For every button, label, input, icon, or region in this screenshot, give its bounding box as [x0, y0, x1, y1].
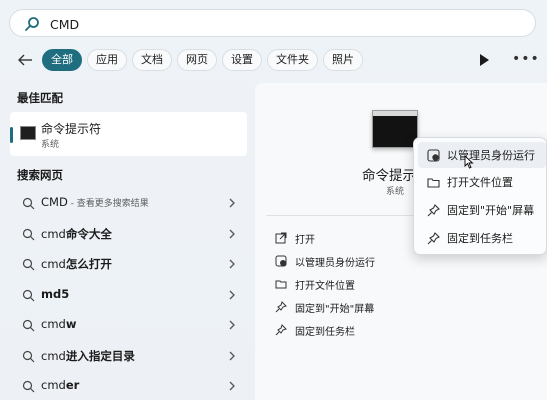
- web-result-item[interactable]: cmd怎么打开: [10, 251, 247, 277]
- menu-item-open-file-location[interactable]: 打开文件位置: [418, 169, 546, 195]
- tab-photos[interactable]: 照片: [323, 49, 363, 71]
- cmd-app-icon: [20, 126, 36, 140]
- mouse-cursor-icon: [464, 155, 474, 169]
- chevron-right-icon: [229, 229, 235, 239]
- details-subtitle: 系统: [386, 187, 405, 197]
- search-icon: [22, 197, 35, 210]
- web-result-item[interactable]: cmd命令大全: [10, 221, 247, 247]
- chevron-right-icon: [229, 290, 235, 300]
- web-result-text: er: [65, 378, 80, 392]
- folder-icon: [427, 178, 440, 188]
- tab-all[interactable]: 全部: [42, 49, 82, 71]
- chevron-right-icon: [229, 320, 235, 330]
- search-icon: [22, 350, 35, 363]
- search-input[interactable]: [50, 14, 510, 34]
- menu-item-run-as-admin[interactable]: 以管理员身份运行: [418, 142, 546, 168]
- menu-item-pin-to-start[interactable]: 固定到"开始"屏幕: [418, 197, 546, 223]
- web-result-item[interactable]: cmder: [10, 373, 247, 399]
- play-icon[interactable]: [478, 53, 490, 67]
- tab-web[interactable]: 网页: [177, 49, 217, 71]
- search-icon: [25, 17, 39, 31]
- tab-folders[interactable]: 文件夹: [267, 49, 318, 71]
- chevron-right-icon: [229, 198, 235, 208]
- web-result-text: md5: [41, 287, 70, 301]
- pin-icon: [427, 232, 440, 245]
- tab-settings[interactable]: 设置: [222, 49, 262, 71]
- web-result-item[interactable]: CMD - 查看更多搜索结果: [10, 190, 247, 216]
- web-result-text: 进入指定目录: [65, 349, 135, 363]
- web-result-item[interactable]: cmdw: [10, 312, 247, 338]
- search-icon: [22, 289, 35, 302]
- search-icon: [22, 380, 35, 393]
- shield-icon: [427, 149, 440, 162]
- open-icon: [275, 232, 287, 244]
- web-search-heading: 搜索网页: [17, 168, 63, 182]
- action-pin-to-taskbar[interactable]: 固定到任务栏: [275, 322, 475, 340]
- cmd-app-icon: [372, 110, 418, 148]
- pin-icon: [275, 324, 287, 336]
- best-match-title: 命令提示符: [41, 122, 102, 136]
- best-match-item[interactable]: 命令提示符 系统: [10, 112, 247, 156]
- selection-indicator: [10, 127, 13, 143]
- search-icon: [22, 258, 35, 271]
- action-open-file-location[interactable]: 打开文件位置: [275, 276, 475, 294]
- context-menu: 以管理员身份运行 打开文件位置 固定到"开始"屏幕 固定到任务栏: [413, 137, 547, 255]
- shield-icon: [275, 255, 287, 267]
- more-options-icon[interactable]: •••: [512, 51, 539, 67]
- web-result-item[interactable]: cmd进入指定目录: [10, 343, 247, 369]
- web-result-text: CMD: [41, 195, 68, 209]
- best-match-subtitle: 系统: [41, 140, 60, 150]
- search-icon: [22, 228, 35, 241]
- pin-icon: [427, 204, 440, 217]
- chevron-right-icon: [229, 259, 235, 269]
- pin-icon: [275, 301, 287, 313]
- search-box[interactable]: [9, 9, 536, 37]
- filter-tabs: 全部 应用 文档 网页 设置 文件夹 照片: [42, 49, 363, 71]
- web-result-hint: - 查看更多搜索结果: [67, 199, 149, 209]
- tab-documents[interactable]: 文档: [132, 49, 172, 71]
- web-result-text: w: [65, 317, 77, 331]
- best-match-heading: 最佳匹配: [17, 91, 63, 105]
- action-run-as-admin[interactable]: 以管理员身份运行: [275, 253, 475, 271]
- search-window: 全部 应用 文档 网页 设置 文件夹 照片 ••• 最佳匹配 命令提示符 系统 …: [0, 0, 547, 400]
- folder-icon: [275, 280, 287, 289]
- action-pin-to-start[interactable]: 固定到"开始"屏幕: [275, 299, 475, 317]
- web-result-text: 怎么打开: [65, 257, 112, 271]
- tab-apps[interactable]: 应用: [87, 49, 127, 71]
- web-result-text: 命令大全: [65, 227, 112, 241]
- back-arrow-icon[interactable]: [16, 51, 34, 69]
- chevron-right-icon: [229, 351, 235, 361]
- menu-item-pin-to-taskbar[interactable]: 固定到任务栏: [418, 225, 546, 251]
- web-result-item[interactable]: md5: [10, 282, 247, 308]
- chevron-right-icon: [229, 381, 235, 391]
- search-icon: [22, 319, 35, 332]
